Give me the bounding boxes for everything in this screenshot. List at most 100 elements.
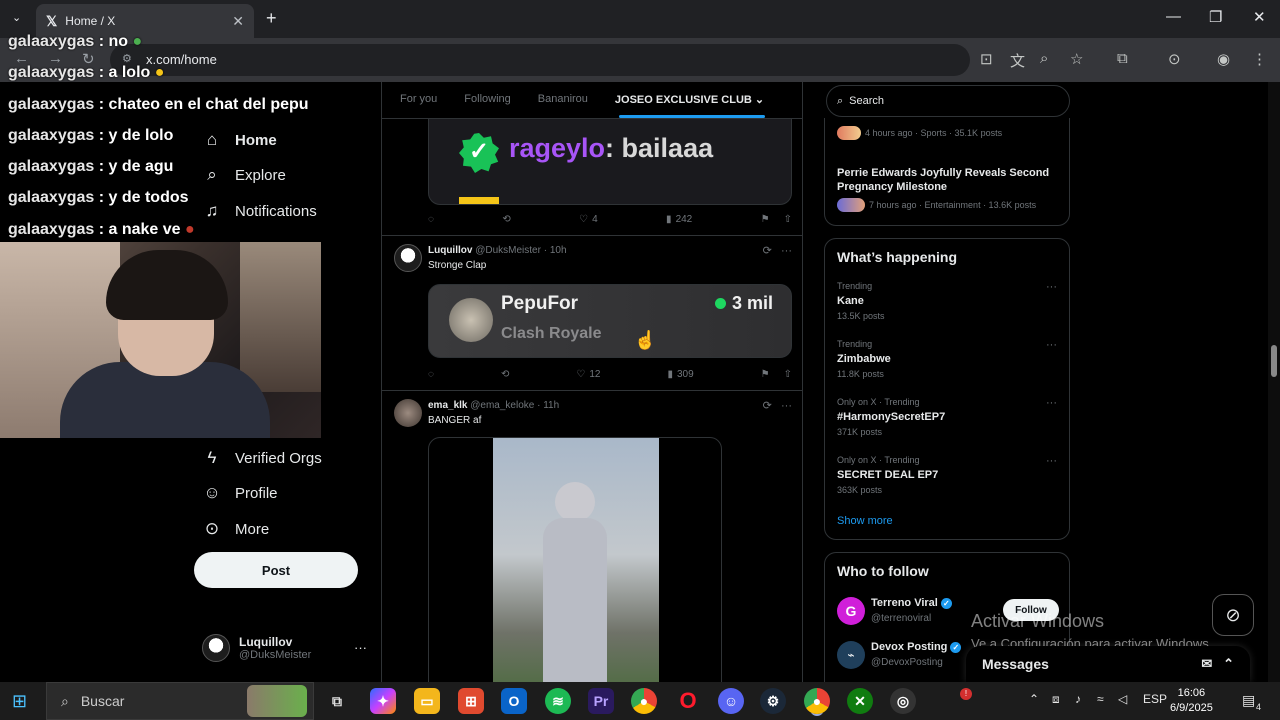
account-switcher[interactable]: Luquillov @DuksMeister ··· <box>202 634 367 662</box>
news-headline[interactable]: Perrie Edwards Joyfully Reveals Second P… <box>837 166 1057 194</box>
tweet[interactable]: ✓ rageylo: bailaaa ◌ ⟲ ♡ 4 ▮ 242 ⚑ ⇧ <box>382 119 802 236</box>
new-message-icon[interactable]: ✉ <box>1201 656 1212 671</box>
author-name[interactable]: ema_klk <box>428 400 467 411</box>
chat-text: y de lolo <box>108 126 174 144</box>
microphone-icon[interactable]: ♪ <box>1075 692 1081 706</box>
nav-more[interactable]: ⊙ More <box>202 519 269 539</box>
scrollbar[interactable] <box>1268 82 1280 682</box>
tab-following[interactable]: Following <box>446 82 519 118</box>
like-button[interactable]: ♡ 4 <box>579 214 598 225</box>
tweet-media[interactable]: PepuFor Clash Royale 3 mil <box>428 284 792 358</box>
avatar[interactable]: ⌁ <box>837 641 865 669</box>
discord-icon[interactable]: ☺ <box>718 688 744 714</box>
tweet[interactable]: Luquillov @DuksMeister · 10h ⟳ ··· Stron… <box>382 236 802 391</box>
nav-profile[interactable]: ☺ Profile <box>202 483 277 503</box>
messages-drawer[interactable]: Messages ✉ ⌃ <box>966 646 1250 682</box>
expand-icon[interactable]: ⌃ <box>1223 656 1234 671</box>
whats-happening-box: What’s happening Trending Kane 13.5K pos… <box>824 238 1070 540</box>
tweet-video[interactable] <box>428 437 722 682</box>
minimize-button[interactable]: — <box>1166 8 1181 25</box>
tab-menu-icon[interactable]: ⌄ <box>12 11 21 24</box>
obs-icon[interactable]: ◎ <box>890 688 916 714</box>
author-name[interactable]: Luquillov <box>428 245 472 256</box>
avatar[interactable] <box>394 399 422 427</box>
avatar[interactable] <box>394 244 422 272</box>
bookmark-star-icon[interactable]: ☆ <box>1070 50 1083 68</box>
share-icon[interactable]: ⇧ <box>784 214 792 225</box>
trend-more-icon[interactable]: ··· <box>1046 281 1057 293</box>
reply-icon[interactable]: ◌ <box>428 214 434 225</box>
opera-icon[interactable]: O <box>675 688 701 714</box>
follow-suggestion-name[interactable]: Devox Posting ✓ <box>871 641 962 653</box>
copilot-icon[interactable]: ✦ <box>370 688 396 714</box>
tweet-more-icon[interactable]: ⟳ ··· <box>763 244 792 257</box>
windows-start-icon[interactable]: ⊞ <box>12 691 27 712</box>
author-handle[interactable]: @DuksMeister <box>475 245 541 256</box>
trend-more-icon[interactable]: ··· <box>1046 339 1057 351</box>
views-button[interactable]: ▮ 242 <box>666 214 692 225</box>
like-button[interactable]: ♡ 12 <box>576 369 600 380</box>
zoom-icon[interactable]: ⌕ <box>1040 50 1048 67</box>
microsoft-store-icon[interactable]: ⊞ <box>458 688 484 714</box>
wifi-icon[interactable]: ≈ <box>1097 692 1104 706</box>
chat-message: galaaxygas : a lolo ● <box>8 64 165 82</box>
taskbar-search[interactable]: ⌕ Buscar <box>46 682 314 720</box>
views-button[interactable]: ▮ 309 <box>667 369 693 380</box>
retweet-icon[interactable]: ⟲ <box>501 369 509 380</box>
post-button[interactable]: Post <box>194 552 358 588</box>
grok-icon[interactable]: ⊘ <box>1212 594 1254 636</box>
nav-verified-orgs[interactable]: ϟ Verified Orgs <box>202 448 322 468</box>
reply-icon[interactable]: ◌ <box>428 369 434 380</box>
share-icon[interactable]: ⇧ <box>784 369 792 380</box>
bookmark-icon[interactable]: ⚑ <box>761 214 770 225</box>
profile-avatar-icon[interactable]: ◉ <box>1217 50 1230 68</box>
retweet-icon[interactable]: ⟲ <box>502 214 510 225</box>
tweet-time[interactable]: 11h <box>543 400 559 411</box>
close-window-button[interactable]: ✕ <box>1253 8 1266 26</box>
extensions-icon[interactable]: ⧉ <box>1117 50 1128 67</box>
outlook-icon[interactable]: O <box>501 688 527 714</box>
activate-windows-watermark: Activar Windows Ve a Configuración para … <box>971 611 1212 651</box>
avatar[interactable]: G <box>837 597 865 625</box>
spotify-icon[interactable]: ≋ <box>545 688 571 714</box>
tray-app-icon[interactable]: ⧈ <box>1052 692 1060 707</box>
tab-joseo-exclusive-club[interactable]: JOSEO EXCLUSIVE CLUB ⌄ <box>597 82 773 118</box>
video-frame <box>493 438 659 682</box>
language-indicator[interactable]: ESP <box>1143 692 1167 706</box>
tweet-more-icon[interactable]: ⟳ ··· <box>763 399 792 412</box>
follow-suggestion-name[interactable]: Terreno Viral ✓ <box>871 597 952 609</box>
news-meta: 4 hours ago · Sports · 35.1K posts <box>865 128 1003 138</box>
task-view-icon[interactable]: ⧉ <box>324 688 350 714</box>
account-more-icon[interactable]: ··· <box>354 640 367 655</box>
search-input[interactable]: ⌕ Search <box>826 85 1070 117</box>
tab-for-you[interactable]: For you <box>382 82 446 118</box>
install-app-icon[interactable]: ⊡ <box>980 50 993 68</box>
premiere-icon[interactable]: Pr <box>588 688 614 714</box>
screenshot-icon[interactable]: ⊙ <box>1168 50 1181 68</box>
trend-more-icon[interactable]: ··· <box>1046 455 1057 467</box>
tweet-media[interactable]: ✓ rageylo: bailaaa <box>428 119 792 205</box>
tray-chevron-icon[interactable]: ⌃ <box>1029 692 1039 706</box>
author-handle[interactable]: @ema_keloke <box>470 400 534 411</box>
maximize-button[interactable]: ❐ <box>1209 8 1222 26</box>
steam-icon[interactable]: ⚙ <box>760 688 786 714</box>
volume-icon[interactable]: ◁ <box>1118 692 1127 706</box>
bookmark-icon[interactable]: ⚑ <box>761 369 770 380</box>
nav-verified-orgs-label: Verified Orgs <box>235 449 322 467</box>
file-explorer-icon[interactable]: ▭ <box>414 688 440 714</box>
chrome-icon[interactable]: ● <box>631 688 657 714</box>
xbox-icon[interactable]: ✕ <box>847 688 873 714</box>
trend-more-icon[interactable]: ··· <box>1046 397 1057 409</box>
browser-menu-icon[interactable]: ⋮ <box>1252 50 1267 68</box>
tweet-time[interactable]: 10h <box>550 245 567 256</box>
translate-icon[interactable]: 文 <box>1010 50 1025 71</box>
tweet[interactable]: ema_klk @ema_keloke · 11h ⟳ ··· BANGER a… <box>382 391 802 682</box>
tab-bananirou[interactable]: Bananirou <box>520 82 597 118</box>
watermark-line1: Activar Windows <box>971 611 1105 631</box>
notification-center-icon[interactable]: ▤ <box>1242 692 1255 709</box>
chrome-active-icon[interactable]: ● <box>804 688 830 714</box>
show-more-link[interactable]: Show more <box>837 515 893 527</box>
clock[interactable]: 16:06 6/9/2025 <box>1170 686 1213 716</box>
scrollbar-thumb[interactable] <box>1271 345 1277 377</box>
taskbar: ⊞ ⌕ Buscar ⧉ ✦ ▭ ⊞ O ≋ Pr ● O ☺ ⚙ ● ✕ ◎ … <box>0 682 1280 720</box>
